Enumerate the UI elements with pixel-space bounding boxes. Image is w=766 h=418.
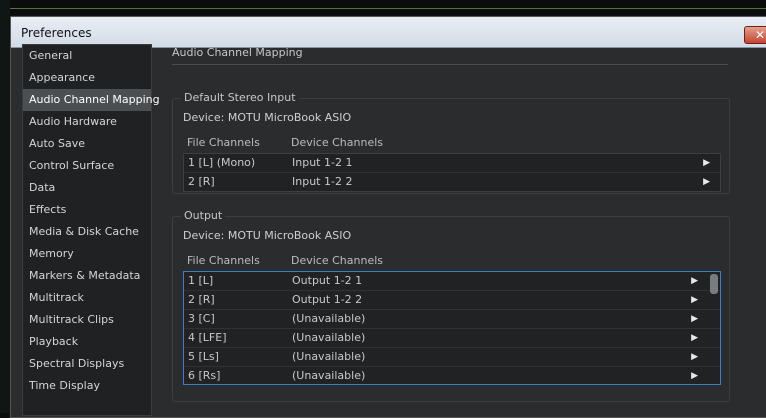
device-channel-cell[interactable]: (Unavailable) — [292, 367, 365, 384]
arrow-right-icon[interactable]: ▶ — [691, 310, 698, 328]
device-channel-cell[interactable]: Input 1-2 1 — [292, 154, 352, 172]
device-channel-cell[interactable]: (Unavailable) — [292, 348, 365, 366]
table-row[interactable]: 2 [R] Output 1-2 2 ▶ — [184, 291, 720, 310]
page-title: Audio Channel Mapping — [172, 46, 303, 59]
device-channels-header: Device Channels — [291, 254, 384, 267]
table-row[interactable]: 2 [R] Input 1-2 2 ▶ — [184, 173, 720, 191]
arrow-right-icon[interactable]: ▶ — [691, 272, 698, 290]
table-row[interactable]: 4 [LFE] (Unavailable) ▶ — [184, 329, 720, 348]
output-device-label: Device: MOTU MicroBook ASIO — [183, 229, 352, 242]
default-stereo-input-group: Default Stereo Input Device: MOTU MicroB… — [172, 91, 730, 194]
sidebar-item-multitrack-clips[interactable]: Multitrack Clips — [23, 309, 151, 331]
sidebar-item-control-surface[interactable]: Control Surface — [23, 155, 151, 177]
file-channel-cell: 2 [R] — [188, 293, 215, 306]
sidebar-item-appearance[interactable]: Appearance — [23, 67, 151, 89]
group-label: Default Stereo Input — [181, 91, 299, 104]
scrollbar-thumb[interactable] — [710, 274, 718, 294]
group-label: Output — [181, 209, 226, 222]
table-row[interactable]: 1 [L] Output 1-2 1 ▶ — [184, 272, 720, 291]
arrow-right-icon[interactable]: ▶ — [691, 329, 698, 347]
file-channel-cell: 2 [R] — [188, 175, 215, 188]
device-channel-cell[interactable]: (Unavailable) — [292, 310, 365, 328]
arrow-right-icon[interactable]: ▶ — [703, 173, 710, 191]
heading-divider — [172, 64, 728, 65]
file-channel-cell: 5 [Ls] — [188, 350, 219, 363]
sidebar-item-audio-hardware[interactable]: Audio Hardware — [23, 111, 151, 133]
sidebar-item-spectral-displays[interactable]: Spectral Displays — [23, 353, 151, 375]
device-channel-cell[interactable]: Output 1-2 2 — [292, 291, 362, 309]
stereo-input-mapping-table: 1 [L] (Mono) Input 1-2 1 ▶ 2 [R] Input 1-2 2… — [183, 153, 721, 192]
window-title: Preferences — [21, 26, 92, 40]
sidebar-item-markers-metadata[interactable]: Markers & Metadata — [23, 265, 151, 287]
sidebar-item-memory[interactable]: Memory — [23, 243, 151, 265]
stereo-input-device-label: Device: MOTU MicroBook ASIO — [183, 111, 352, 124]
sidebar-item-multitrack[interactable]: Multitrack — [23, 287, 151, 309]
sidebar-item-effects[interactable]: Effects — [23, 199, 151, 221]
table-row[interactable]: 5 [Ls] (Unavailable) ▶ — [184, 348, 720, 367]
file-channel-cell: 1 [L] — [188, 274, 214, 287]
arrow-right-icon[interactable]: ▶ — [703, 154, 710, 172]
arrow-right-icon[interactable]: ▶ — [691, 291, 698, 309]
sidebar-item-audio-channel-mapping[interactable]: Audio Channel Mapping — [23, 89, 160, 111]
table-row[interactable]: 1 [L] (Mono) Input 1-2 1 ▶ — [184, 154, 720, 173]
device-channel-cell[interactable]: Output 1-2 1 — [292, 272, 362, 290]
output-group: Output Device: MOTU MicroBook ASIO File … — [172, 209, 730, 402]
device-channel-cell[interactable]: Input 1-2 2 — [292, 173, 352, 191]
device-channels-header: Device Channels — [291, 136, 384, 149]
sidebar-item-media-disk-cache[interactable]: Media & Disk Cache — [23, 221, 151, 243]
close-button[interactable]: ✕ — [744, 26, 766, 44]
arrow-right-icon[interactable]: ▶ — [691, 348, 698, 366]
file-channel-cell: 3 [C] — [188, 312, 215, 325]
table-row[interactable]: 3 [C] (Unavailable) ▶ — [184, 310, 720, 329]
arrow-right-icon[interactable]: ▶ — [691, 367, 698, 384]
background-app-strip — [0, 0, 10, 413]
audio-channel-mapping-panel: Audio Channel Mapping Default Stereo Inp… — [170, 44, 730, 404]
sidebar-item-time-display[interactable]: Time Display — [23, 375, 151, 397]
file-channel-cell: 4 [LFE] — [188, 331, 227, 344]
sidebar-item-playback[interactable]: Playback — [23, 331, 151, 353]
file-channel-cell: 6 [Rs] — [188, 369, 221, 382]
table-row[interactable]: 6 [Rs] (Unavailable) ▶ — [184, 367, 720, 384]
sidebar-item-general[interactable]: General — [23, 45, 151, 67]
file-channel-cell: 1 [L] (Mono) — [188, 156, 256, 169]
file-channels-header: File Channels — [187, 254, 260, 267]
device-channel-cell[interactable]: (Unavailable) — [292, 329, 365, 347]
background-app-top-line — [0, 8, 766, 9]
sidebar-item-data[interactable]: Data — [23, 177, 151, 199]
output-mapping-table[interactable]: 1 [L] Output 1-2 1 ▶ 2 [R] Output 1-2 2 ▶ 3 [C… — [183, 271, 721, 385]
sidebar-item-auto-save[interactable]: Auto Save — [23, 133, 151, 155]
file-channels-header: File Channels — [187, 136, 260, 149]
preferences-sidebar: General Appearance Audio Channel Mapping Au… — [22, 44, 160, 416]
